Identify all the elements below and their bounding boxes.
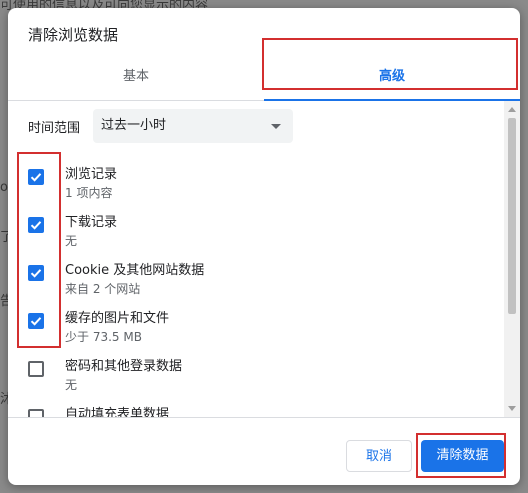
time-range-value: 过去一小时 xyxy=(101,118,167,133)
time-range-label: 时间范围 xyxy=(28,121,81,136)
scroll-thumb[interactable] xyxy=(508,118,516,314)
check-icon xyxy=(30,317,42,326)
clear-data-button[interactable]: 清除数据 xyxy=(421,440,504,472)
option-subtitle: 1 项内容 xyxy=(65,186,113,200)
option-cookies[interactable]: Cookie 及其他网站数据 来自 2 个网站 xyxy=(8,255,498,301)
option-subtitle: 来自 2 个网站 xyxy=(65,282,141,296)
checkbox-cached-images[interactable] xyxy=(28,313,44,329)
option-browsing-history[interactable]: 浏览记录 1 项内容 xyxy=(8,159,498,205)
check-icon xyxy=(30,221,42,230)
content-scrollbar[interactable] xyxy=(504,101,520,417)
option-download-history[interactable]: 下载记录 无 xyxy=(8,207,498,253)
dropdown-arrow-icon xyxy=(271,124,281,129)
dialog-footer: 取消 清除数据 xyxy=(8,417,520,485)
option-cached-images[interactable]: 缓存的图片和文件 少于 73.5 MB xyxy=(8,303,498,349)
option-title: 下载记录 xyxy=(65,215,118,230)
option-title: 浏览记录 xyxy=(65,167,118,182)
check-icon xyxy=(30,269,42,278)
dialog-title: 清除浏览数据 xyxy=(28,26,119,44)
checkbox-passwords[interactable] xyxy=(28,361,44,377)
checkbox-autofill[interactable] xyxy=(28,409,44,417)
clear-browsing-data-dialog: 清除浏览数据 基本 高级 时间范围 过去一小时 浏览记录 1 项内容 下载记录 … xyxy=(8,8,520,485)
cancel-button[interactable]: 取消 xyxy=(346,440,412,472)
option-title: 密码和其他登录数据 xyxy=(65,359,183,374)
option-title: 自动填充表单数据 xyxy=(65,407,170,417)
scroll-up-arrow-icon[interactable] xyxy=(508,107,516,112)
option-title: Cookie 及其他网站数据 xyxy=(65,263,205,278)
tab-advanced[interactable]: 高级 xyxy=(264,54,520,100)
scroll-down-arrow-icon[interactable] xyxy=(508,406,516,411)
dialog-content: 时间范围 过去一小时 浏览记录 1 项内容 下载记录 无 Cookie 及其他网… xyxy=(8,101,520,417)
option-subtitle: 少于 73.5 MB xyxy=(65,330,142,344)
option-subtitle: 无 xyxy=(65,378,78,392)
option-autofill[interactable]: 自动填充表单数据 xyxy=(8,399,498,417)
option-title: 缓存的图片和文件 xyxy=(65,311,170,326)
checkbox-download-history[interactable] xyxy=(28,217,44,233)
tab-bar: 基本 高级 xyxy=(8,54,520,101)
check-icon xyxy=(30,173,42,182)
option-passwords[interactable]: 密码和其他登录数据 无 xyxy=(8,351,498,397)
tab-basic[interactable]: 基本 xyxy=(8,54,264,100)
checkbox-cookies[interactable] xyxy=(28,265,44,281)
option-subtitle: 无 xyxy=(65,234,78,248)
time-range-select[interactable]: 过去一小时 xyxy=(93,109,293,143)
checkbox-browsing-history[interactable] xyxy=(28,169,44,185)
